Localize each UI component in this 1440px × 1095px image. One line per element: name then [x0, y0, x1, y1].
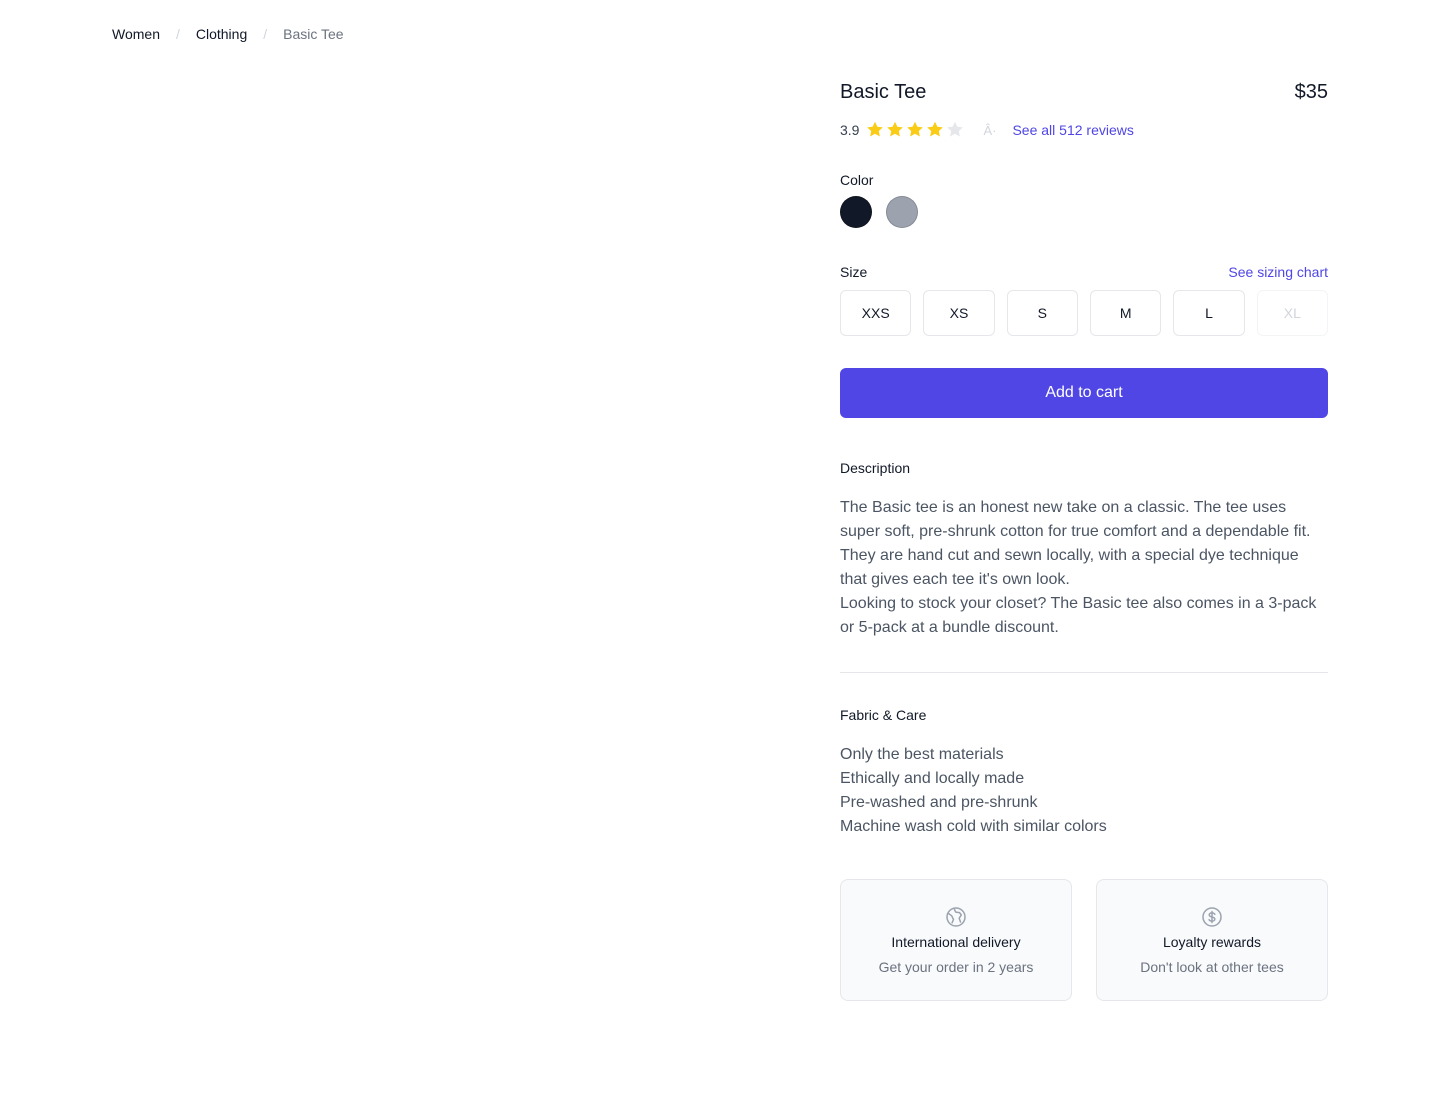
size-picker: Size See sizing chart XXS XS S M L XL	[840, 262, 1328, 336]
color-swatches	[840, 196, 1328, 228]
size-option-m[interactable]: M	[1090, 290, 1162, 336]
fabric-heading: Fabric & Care	[840, 707, 927, 723]
color-swatch-black[interactable]	[840, 196, 872, 228]
breadcrumb: Women / Clothing / Basic Tee	[112, 24, 344, 44]
rating-row: 3.9 Â· See all 512 reviews	[840, 120, 1328, 140]
breadcrumb-separator: /	[263, 26, 268, 42]
rating-separator: Â·	[983, 122, 997, 138]
add-to-cart-button[interactable]: Add to cart	[840, 368, 1328, 418]
size-option-xs[interactable]: XS	[923, 290, 995, 336]
list-item: Pre-washed and pre-shrunk	[840, 794, 1038, 811]
section-divider	[840, 672, 1328, 673]
star-icon	[885, 120, 905, 140]
size-option-xxs[interactable]: XXS	[840, 290, 912, 336]
title-row: Basic Tee $35	[840, 76, 1328, 108]
color-swatch-gray[interactable]	[886, 196, 918, 228]
policy-card-loyalty: Loyalty rewards Don't look at other tees	[1096, 879, 1328, 1001]
product-title: Basic Tee	[840, 80, 927, 103]
description-paragraph: Looking to stock your closet? The Basic …	[840, 595, 1317, 636]
rating-value: 3.9	[840, 122, 860, 138]
product-page: Women / Clothing / Basic Tee Basic Tee $…	[0, 0, 1440, 1095]
policy-card-delivery: International delivery Get your order in…	[840, 879, 1072, 1001]
sizing-chart-link[interactable]: See sizing chart	[1228, 264, 1328, 280]
fabric-care-section: Fabric & Care Only the best materials Et…	[840, 707, 1328, 839]
breadcrumb-link-clothing[interactable]: Clothing	[196, 24, 247, 44]
globe-icon	[944, 905, 968, 929]
size-header: Size See sizing chart	[840, 262, 1328, 282]
star-icon	[945, 120, 965, 140]
description-section: Description The Basic tee is an honest n…	[840, 460, 1328, 640]
size-label: Size	[840, 264, 868, 280]
dollar-circle-icon	[1200, 905, 1224, 929]
size-option-l[interactable]: L	[1173, 290, 1245, 336]
policy-title: Loyalty rewards	[1162, 934, 1262, 950]
product-price: $35	[1294, 80, 1328, 103]
size-option-s[interactable]: S	[1006, 290, 1078, 336]
breadcrumb-separator: /	[175, 26, 180, 42]
star-icon	[925, 120, 945, 140]
policy-cards: International delivery Get your order in…	[840, 879, 1328, 1001]
list-item: Machine wash cold with similar colors	[840, 818, 1107, 835]
star-icon	[865, 120, 885, 140]
star-rating	[865, 120, 965, 140]
size-option-xl: XL	[1256, 290, 1328, 336]
policy-subtitle: Get your order in 2 years	[878, 959, 1034, 975]
description-heading: Description	[840, 460, 911, 476]
product-details: Basic Tee $35 3.9 Â· See all 512 reviews…	[840, 76, 1328, 1001]
breadcrumb-link-women[interactable]: Women	[112, 24, 160, 44]
fabric-list: Only the best materials Ethically and lo…	[840, 743, 1328, 839]
size-options: XXS XS S M L XL	[840, 290, 1328, 336]
description-body: The Basic tee is an honest new take on a…	[840, 496, 1328, 640]
color-label: Color	[840, 172, 874, 188]
color-picker: Color	[840, 172, 1328, 228]
list-item: Only the best materials	[840, 746, 1004, 763]
star-icon	[905, 120, 925, 140]
see-reviews-link[interactable]: See all 512 reviews	[1012, 122, 1133, 138]
breadcrumb-current: Basic Tee	[283, 26, 344, 42]
list-item: Ethically and locally made	[840, 770, 1025, 787]
policy-subtitle: Don't look at other tees	[1140, 959, 1284, 975]
description-paragraph: The Basic tee is an honest new take on a…	[840, 499, 1311, 588]
policy-title: International delivery	[891, 934, 1021, 950]
